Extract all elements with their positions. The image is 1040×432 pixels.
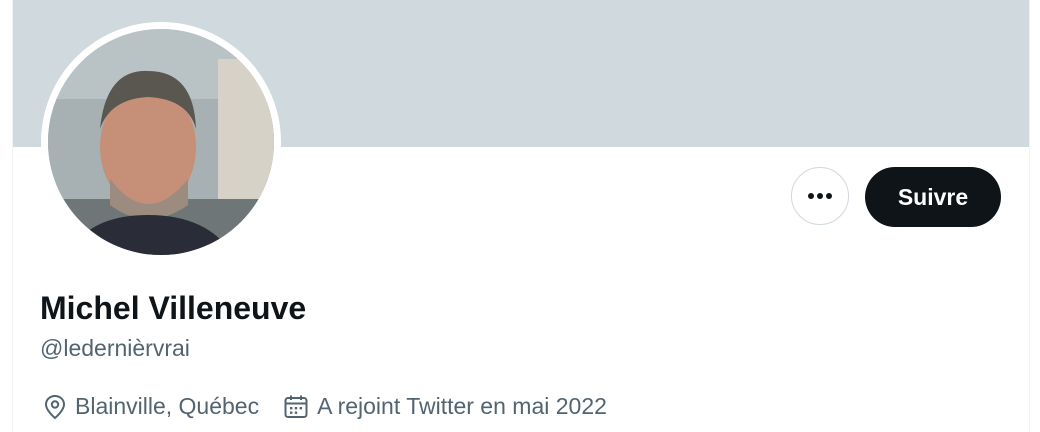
avatar-photo	[48, 29, 274, 255]
follow-button[interactable]: Suivre	[865, 167, 1001, 227]
profile-meta: Blainville, Québec A rejoint Twitter en …	[43, 393, 631, 420]
calendar-icon	[284, 395, 308, 418]
joined-item: A rejoint Twitter en mai 2022	[283, 393, 607, 420]
avatar[interactable]	[48, 29, 274, 255]
more-horizontal-icon	[808, 193, 832, 199]
profile-card: Suivre Michel Villeneuve @ledernièrvrai …	[12, 0, 1030, 432]
avatar-ring	[41, 22, 281, 262]
more-options-button[interactable]	[791, 167, 849, 225]
location-pin-icon	[44, 394, 66, 419]
location-item: Blainville, Québec	[43, 393, 259, 420]
joined-text: A rejoint Twitter en mai 2022	[317, 393, 607, 419]
profile-name: Michel Villeneuve	[40, 290, 307, 326]
profile-handle: @ledernièrvrai	[40, 335, 190, 361]
location-text: Blainville, Québec	[75, 393, 260, 419]
